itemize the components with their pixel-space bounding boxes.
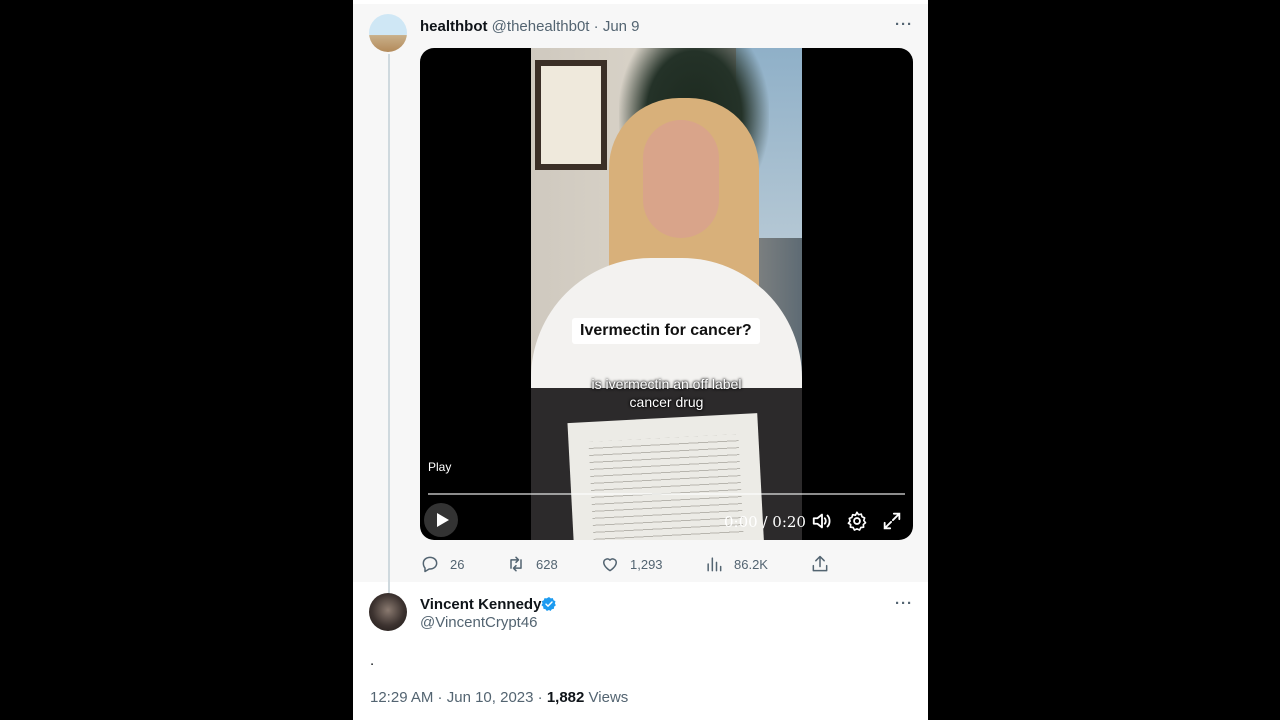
reply-icon — [422, 556, 438, 573]
paper-text-lines — [588, 434, 744, 540]
separator-dot: · — [593, 18, 599, 35]
verified-badge-icon — [541, 597, 556, 611]
avatar[interactable] — [369, 14, 407, 52]
video-subtitle: is ivermectin an off label cancer drug — [531, 375, 802, 411]
volume-icon[interactable] — [811, 510, 833, 532]
repost-count: 628 — [536, 557, 558, 572]
display-name[interactable]: Vincent Kennedy — [420, 596, 541, 613]
fullscreen-icon[interactable] — [881, 510, 903, 532]
more-options-icon[interactable]: ··· — [894, 17, 914, 36]
repost-icon — [510, 556, 522, 572]
tweet-time[interactable]: 12:29 AM — [370, 689, 433, 706]
video-player[interactable]: Ivermectin for cancer? is ivermectin an … — [420, 48, 913, 540]
settings-gear-icon[interactable] — [846, 510, 868, 532]
tweet-actions: 26 628 1,293 86.2K — [420, 554, 840, 574]
subtitle-line: cancer drug — [629, 394, 704, 410]
video-caption-title: Ivermectin for cancer? — [572, 318, 760, 344]
video-time: 0:00 / 0:20 — [724, 513, 806, 531]
handle[interactable]: @thehealthb0t — [492, 18, 590, 35]
tweet-panel: healthbot @thehealthb0t · Jun 9 ··· Iver… — [353, 0, 928, 720]
share-icon — [812, 555, 828, 572]
views-label: Views — [584, 689, 629, 706]
separator-dot: · — [433, 689, 447, 706]
quoted-tweet[interactable]: healthbot @thehealthb0t · Jun 9 ··· Iver… — [353, 4, 928, 594]
diploma-frame — [535, 60, 607, 170]
tweet-body: . — [370, 652, 375, 669]
like-count: 1,293 — [630, 557, 663, 572]
play-icon — [437, 513, 449, 527]
play-label: Play — [428, 460, 452, 474]
video-frame — [531, 48, 802, 540]
avatar[interactable] — [369, 593, 407, 631]
more-options-icon[interactable]: ··· — [894, 596, 914, 615]
tweet-metadata: 12:29 AM · Jun 10, 2023 · 1,882 Views — [370, 689, 628, 706]
heart-icon — [603, 558, 617, 572]
tweet-date[interactable]: Jun 9 — [603, 18, 640, 35]
separator-dot: · — [533, 689, 547, 706]
play-button[interactable] — [424, 503, 458, 537]
thread-line — [388, 54, 390, 594]
subtitle-line: is ivermectin an off label — [591, 376, 742, 392]
video-progress-bar[interactable] — [428, 493, 905, 495]
reply-count: 26 — [450, 557, 465, 572]
tweet-header: healthbot @thehealthb0t · Jun 9 — [420, 18, 640, 35]
handle[interactable]: @VincentCrypt46 — [420, 614, 538, 631]
views-chart-icon — [707, 557, 722, 572]
view-count: 1,882 — [546, 689, 585, 706]
person-face — [643, 120, 719, 238]
tweet-date[interactable]: Jun 10, 2023 — [447, 689, 534, 706]
views-count: 86.2K — [734, 557, 768, 572]
display-name[interactable]: healthbot — [420, 18, 488, 35]
